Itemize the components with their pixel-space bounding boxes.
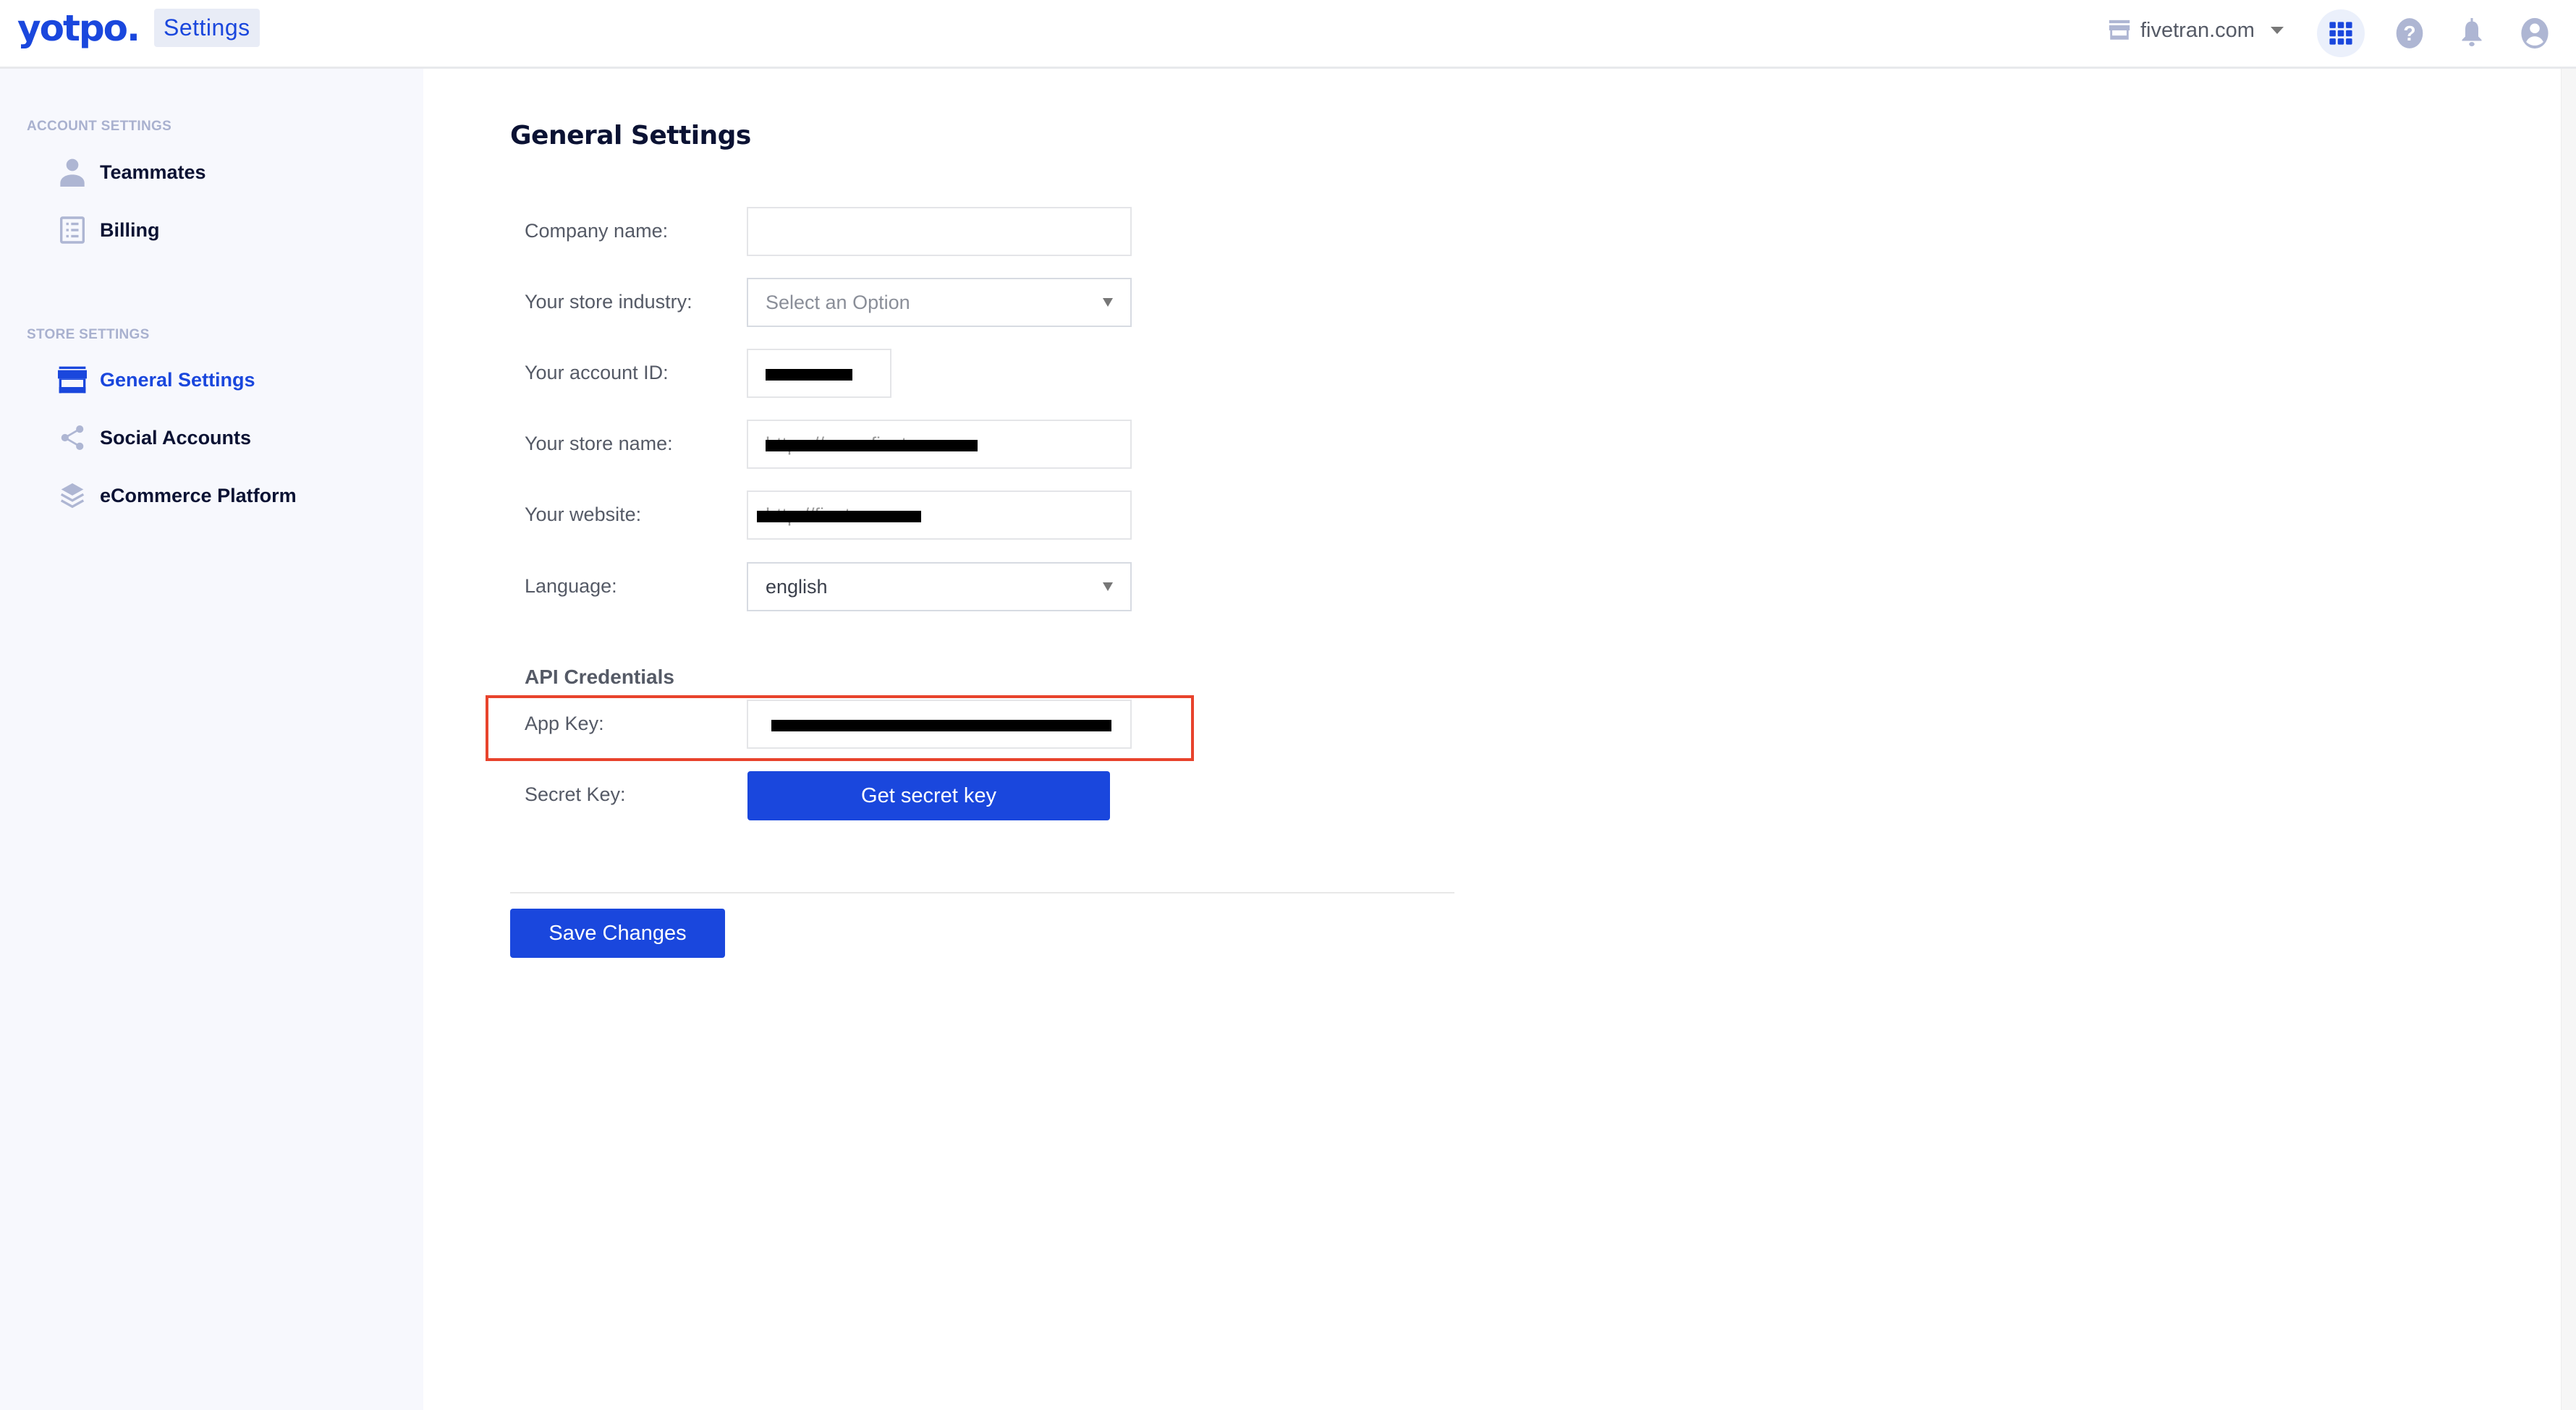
page-title: General Settings [510, 121, 751, 150]
sidebar-item-label: eCommerce Platform [100, 484, 297, 506]
store-switcher[interactable]: fivetran.com [2107, 16, 2284, 45]
store-industry-value: Select an Option [766, 291, 910, 313]
api-credentials-heading: API Credentials [525, 666, 674, 688]
sidebar-item-label: Social Accounts [100, 426, 252, 449]
help-button[interactable]: ? [2386, 9, 2433, 57]
account-id-value: [redacted] [766, 362, 853, 385]
apps-grid-icon [2329, 22, 2352, 45]
store-name-input[interactable]: https://www.fivetran.com [747, 420, 1132, 469]
app-key-value: [redacted] [766, 713, 1113, 736]
sidebar-item-teammates[interactable]: Teammates [58, 154, 206, 190]
storefront-icon [2107, 18, 2132, 43]
sidebar-section-account-settings: ACCOUNT SETTINGS [27, 119, 172, 134]
account-id-label: Your account ID: [525, 362, 669, 383]
chevron-down-icon [2270, 27, 2284, 34]
company-name-input[interactable] [747, 207, 1132, 256]
dropdown-arrow-icon [1103, 582, 1113, 591]
sidebar-section-store-settings: STORE SETTINGS [27, 327, 150, 342]
store-name: fivetran.com [2140, 18, 2255, 42]
sidebar-item-label: Teammates [100, 161, 206, 183]
sidebar: ACCOUNT SETTINGS Teammates Billing STORE… [0, 69, 423, 1410]
yotpo-logo[interactable]: yotpo. [17, 7, 140, 49]
redaction-bar [771, 720, 1111, 731]
app-key-label: App Key: [525, 713, 604, 734]
sidebar-item-label: General Settings [100, 368, 255, 391]
sidebar-item-general-settings[interactable]: General Settings [58, 362, 255, 398]
dropdown-arrow-icon [1103, 298, 1113, 307]
app-name-badge[interactable]: Settings [154, 9, 260, 47]
sidebar-item-ecommerce-platform[interactable]: eCommerce Platform [58, 477, 297, 514]
account-button[interactable] [2511, 9, 2559, 57]
store-name-value: https://www.fivetran.com [766, 433, 978, 456]
redaction-bar [766, 369, 853, 381]
language-label: Language: [525, 575, 617, 597]
help-circle-icon: ? [2396, 18, 2423, 48]
redaction-bar [766, 440, 978, 451]
list-document-icon [58, 216, 87, 245]
notifications-button[interactable] [2448, 9, 2496, 57]
store-name-label: Your store name: [525, 433, 673, 454]
website-label: Your website: [525, 504, 642, 525]
store-industry-label: Your store industry: [525, 291, 692, 313]
language-value: english [766, 575, 828, 598]
sidebar-item-social-accounts[interactable]: Social Accounts [58, 420, 251, 456]
sidebar-item-billing[interactable]: Billing [58, 212, 160, 248]
language-select[interactable]: english [747, 562, 1132, 611]
sidebar-item-label: Billing [100, 218, 160, 241]
secret-key-label: Secret Key: [525, 783, 626, 805]
divider [510, 892, 1454, 893]
svg-text:?: ? [2403, 22, 2415, 46]
store-industry-select[interactable]: Select an Option [747, 278, 1132, 327]
app-key-field[interactable]: [redacted] [747, 700, 1132, 749]
bell-icon [2462, 18, 2482, 46]
company-name-label: Company name: [525, 220, 669, 242]
get-secret-key-button[interactable]: Get secret key [747, 771, 1110, 820]
top-header: yotpo. Settings fivetran.com ? [0, 0, 2576, 69]
save-changes-button[interactable]: Save Changes [510, 909, 725, 958]
user-circle-icon [2521, 17, 2549, 49]
vertical-scrollbar[interactable] [2561, 69, 2576, 1410]
apps-grid-button[interactable] [2317, 9, 2365, 57]
layers-icon [58, 481, 87, 510]
website-input[interactable]: http://fivetran.com [747, 490, 1132, 540]
redaction-bar [757, 511, 921, 522]
account-id-field[interactable]: [redacted] [747, 349, 891, 398]
storefront-icon [58, 365, 87, 394]
share-icon [58, 423, 87, 452]
person-icon [58, 158, 87, 187]
website-value: http://fivetran.com [757, 504, 921, 527]
